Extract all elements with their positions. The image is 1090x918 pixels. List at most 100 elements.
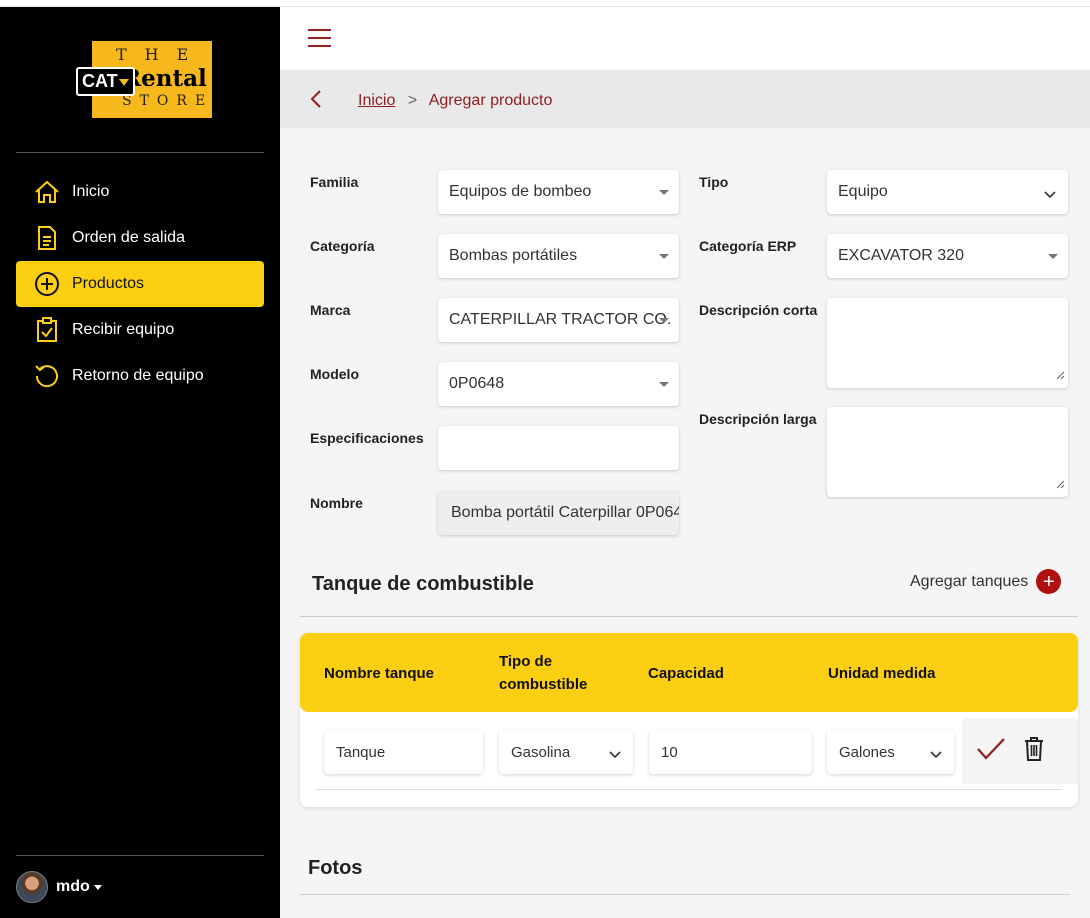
col-nombre-tanque: Nombre tanque	[324, 665, 435, 682]
resize-handle-icon[interactable]	[1056, 367, 1065, 385]
sidebar-item-label: Orden de salida	[72, 229, 185, 246]
familia-label: Familia	[310, 174, 359, 190]
sidebar-item-inicio[interactable]: Inicio	[16, 169, 264, 215]
col-tipo-line1: Tipo de	[499, 653, 553, 670]
chevron-down-icon	[609, 746, 621, 763]
undo-icon	[34, 363, 60, 389]
cat-triangle-icon	[118, 78, 129, 86]
document-icon	[34, 225, 60, 251]
familia-value: Equipos de bombeo	[449, 183, 592, 200]
tanque-section-title: Tanque de combustible	[312, 573, 534, 595]
cat-rental-store-logo[interactable]: THE Rental STORE CAT	[76, 41, 212, 119]
marca-select[interactable]: CATERPILLAR TRACTOR CO.	[438, 298, 679, 342]
tanks-table: Nombre tanque Tipo de combustible Capaci…	[300, 633, 1078, 807]
tanque-divider	[300, 616, 1078, 617]
nombre-label: Nombre	[310, 495, 363, 511]
cat-text: CAT	[82, 71, 118, 91]
breadcrumb: Inicio > Agregar producto	[358, 92, 552, 110]
capacity-input[interactable]: 10	[649, 730, 812, 774]
tank-name-input[interactable]: Tanque	[324, 730, 483, 774]
fuel-type-select[interactable]: Gasolina	[499, 730, 633, 774]
sidebar-nav: Inicio Orden de salida Productos Recibir…	[16, 169, 264, 399]
breadcrumb-current: Agregar producto	[428, 92, 553, 109]
dropdown-arrow-icon	[659, 318, 669, 323]
breadcrumb-bar: Inicio > Agregar producto	[280, 70, 1090, 128]
sidebar-divider-top	[16, 152, 264, 153]
nombre-value: Bomba portátil Caterpillar 0P0648	[451, 504, 679, 521]
categoria-erp-select[interactable]: EXCAVATOR 320	[827, 234, 1068, 278]
dropdown-arrow-icon	[1048, 254, 1058, 259]
breadcrumb-separator: >	[407, 92, 418, 109]
dropdown-arrow-icon	[659, 382, 669, 387]
familia-select[interactable]: Equipos de bombeo	[438, 170, 679, 214]
categoria-value: Bombas portátiles	[449, 247, 578, 264]
col-unidad-medida: Unidad medida	[828, 665, 936, 682]
confirm-check-icon[interactable]	[976, 737, 1006, 766]
fotos-section-title: Fotos	[308, 857, 363, 879]
descripcion-corta-label: Descripción corta	[699, 302, 818, 318]
back-chevron-icon[interactable]	[310, 90, 322, 113]
chevron-down-icon	[930, 746, 942, 763]
plus-icon: +	[1036, 569, 1062, 594]
dropdown-arrow-icon	[659, 254, 669, 259]
clipboard-check-icon	[34, 317, 60, 343]
modelo-select[interactable]: 0P0648	[438, 362, 679, 406]
sidebar-item-label: Recibir equipo	[72, 321, 175, 338]
add-tanks-button[interactable]: Agregar tanques +	[910, 569, 1062, 594]
fotos-divider	[300, 894, 1070, 895]
categoria-erp-label: Categoría ERP	[699, 238, 797, 254]
categoria-select[interactable]: Bombas portátiles	[438, 234, 679, 278]
add-tanks-label: Agregar tanques	[910, 572, 1029, 590]
tipo-select[interactable]: Equipo	[827, 170, 1068, 214]
tipo-value: Equipo	[838, 183, 888, 200]
user-name: mdo	[56, 878, 90, 895]
table-row-divider	[316, 789, 1062, 790]
sidebar-item-retorno-de-equipo[interactable]: Retorno de equipo	[16, 353, 264, 399]
nombre-input[interactable]: Bomba portátil Caterpillar 0P0648	[438, 491, 679, 535]
descripcion-corta-textarea[interactable]	[827, 298, 1068, 388]
sidebar-item-productos[interactable]: Productos	[16, 261, 264, 307]
unit-value: Galones	[839, 743, 895, 761]
capacity-value: 10	[661, 743, 678, 761]
modelo-value: 0P0648	[449, 375, 505, 392]
modelo-label: Modelo	[310, 366, 359, 382]
fuel-type-value: Gasolina	[511, 743, 571, 761]
top-bar	[280, 7, 1090, 70]
unit-select[interactable]: Galones	[827, 730, 954, 774]
sidebar-item-orden-de-salida[interactable]: Orden de salida	[16, 215, 264, 261]
tipo-label: Tipo	[699, 174, 729, 190]
home-icon	[34, 179, 60, 205]
user-menu[interactable]: mdo	[16, 871, 102, 903]
col-capacidad: Capacidad	[648, 665, 724, 682]
plus-circle-icon	[34, 271, 60, 297]
descripcion-larga-label: Descripción larga	[699, 411, 817, 427]
sidebar-item-label: Productos	[72, 275, 145, 292]
sidebar-item-label: Retorno de equipo	[72, 367, 204, 384]
tanks-table-header: Nombre tanque Tipo de combustible Capaci…	[300, 633, 1078, 712]
cat-badge: CAT	[76, 67, 135, 96]
col-tipo-combustible: Tipo de combustible	[499, 650, 587, 696]
trash-icon[interactable]	[1023, 736, 1045, 767]
tank-name-value: Tanque	[336, 743, 386, 761]
chevron-down-icon	[1044, 186, 1056, 204]
sidebar: THE Rental STORE CAT Inicio Orden de sal…	[0, 7, 280, 918]
breadcrumb-home-link[interactable]: Inicio	[358, 92, 395, 109]
logo-rental-text: Rental	[122, 65, 207, 92]
marca-value: CATERPILLAR TRACTOR CO.	[449, 311, 672, 328]
especificaciones-label: Especificaciones	[310, 430, 424, 446]
categoria-erp-value: EXCAVATOR 320	[838, 247, 964, 264]
avatar	[16, 871, 48, 903]
sidebar-divider-bottom	[16, 855, 264, 856]
logo-store-text: STORE	[122, 93, 214, 109]
menu-toggle-icon[interactable]	[308, 29, 331, 47]
window-top-edge	[0, 0, 1090, 7]
logo-the-text: THE	[116, 45, 207, 64]
dropdown-arrow-icon	[659, 190, 669, 195]
especificaciones-input[interactable]	[438, 426, 679, 470]
resize-handle-icon[interactable]	[1056, 476, 1065, 494]
descripcion-larga-textarea[interactable]	[827, 407, 1068, 497]
main-content: Inicio > Agregar producto Familia Equipo…	[280, 7, 1090, 918]
sidebar-item-recibir-equipo[interactable]: Recibir equipo	[16, 307, 264, 353]
caret-down-icon	[93, 884, 102, 890]
sidebar-item-label: Inicio	[72, 183, 110, 200]
